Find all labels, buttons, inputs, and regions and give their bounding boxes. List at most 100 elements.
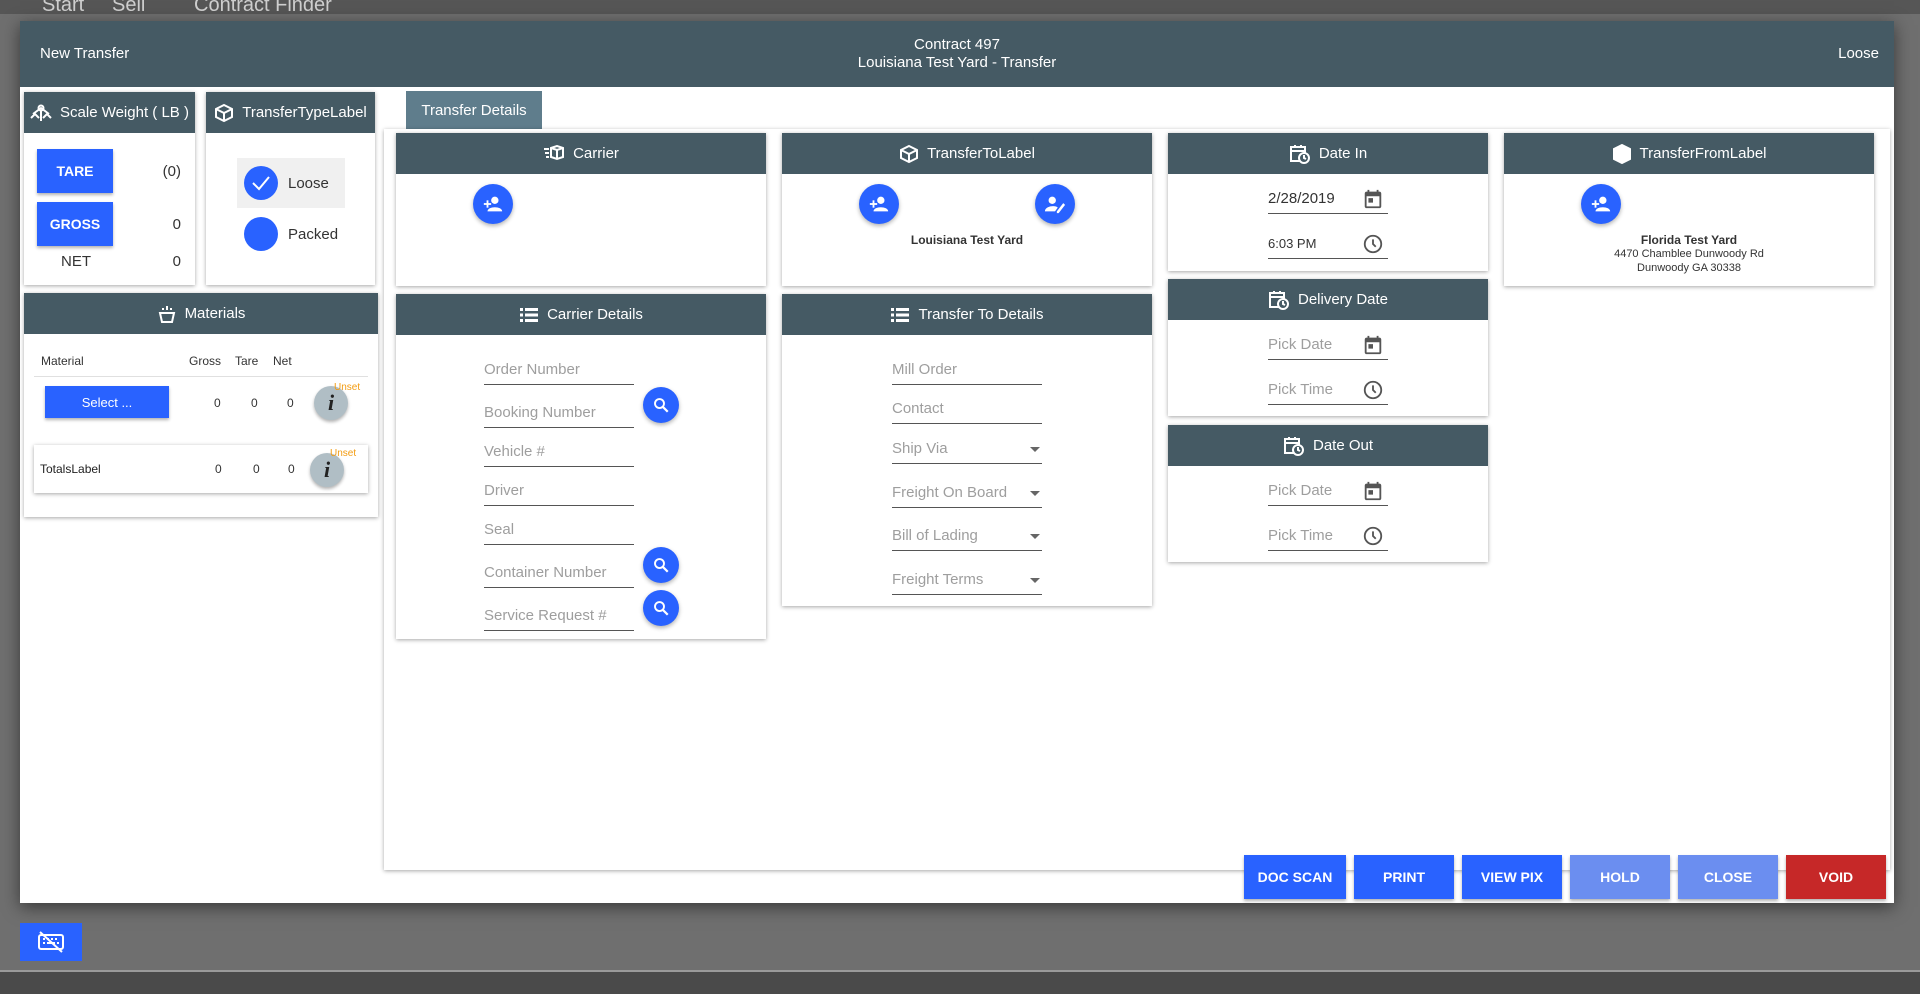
calendar-icon[interactable] <box>1362 334 1384 356</box>
add-transfer-to-button[interactable] <box>859 184 899 224</box>
row-net: 0 <box>287 396 294 410</box>
transfer-to-card: TransferToLabel Louisiana Test Yard <box>782 133 1152 286</box>
materials-header: Materials <box>24 293 378 334</box>
dropdown-caret-icon <box>1030 534 1040 539</box>
date-out-date-placeholder: Pick Date <box>1268 482 1333 499</box>
net-value: 0 <box>172 253 181 270</box>
date-out-header: Date Out <box>1168 425 1488 466</box>
transfer-from-header: TransferFromLabel <box>1504 133 1874 174</box>
delivery-date-field[interactable]: Pick Date <box>1268 330 1388 360</box>
clock-icon[interactable] <box>1362 233 1384 255</box>
freight-on-board-select[interactable]: Freight On Board <box>892 478 1042 508</box>
hold-button[interactable]: HOLD <box>1570 855 1670 899</box>
mill-order-field[interactable]: Mill Order <box>892 355 1042 385</box>
background-footer <box>0 970 1920 994</box>
transfer-from-card: TransferFromLabel Florida Test Yard 4470… <box>1504 133 1874 286</box>
doc-scan-button[interactable]: DOC SCAN <box>1244 855 1346 899</box>
menu-start: Start <box>42 0 85 14</box>
search-icon <box>654 398 669 413</box>
calendar-icon[interactable] <box>1362 480 1384 502</box>
add-transfer-from-button[interactable] <box>1581 184 1621 224</box>
gross-button[interactable]: GROSS <box>37 202 113 246</box>
container-number-field[interactable]: Container Number <box>484 558 634 588</box>
materials-header-divider <box>34 376 368 377</box>
transfer-from-name: Florida Test Yard <box>1640 233 1738 247</box>
print-button[interactable]: PRINT <box>1354 855 1454 899</box>
date-in-time-field[interactable]: 6:03 PM <box>1268 229 1388 259</box>
list-icon <box>520 307 539 322</box>
materials-title: Materials <box>184 305 246 322</box>
transfer-to-header: TransferToLabel <box>782 133 1152 174</box>
driver-field[interactable]: Driver <box>484 476 634 506</box>
delivery-time-field[interactable]: Pick Time <box>1268 375 1388 405</box>
add-carrier-button[interactable] <box>473 184 513 224</box>
order-number-field[interactable]: Order Number <box>484 355 634 385</box>
transfer-details-panel: Carrier TransferToLabel Louisiana Test Y… <box>384 129 1890 870</box>
seal-field[interactable]: Seal <box>484 515 634 545</box>
edit-person-icon <box>1044 196 1066 214</box>
vehicle-number-field[interactable]: Vehicle # <box>484 437 634 467</box>
calendar-clock-icon <box>1283 436 1304 456</box>
transfer-type-indicator: Loose <box>1838 45 1879 62</box>
transfer-type-title: TransferTypeLabel <box>242 104 367 121</box>
col-tare: Tare <box>235 354 259 368</box>
clock-icon[interactable] <box>1362 525 1384 547</box>
date-out-date-field[interactable]: Pick Date <box>1268 476 1388 506</box>
close-button[interactable]: CLOSE <box>1678 855 1778 899</box>
carrier-details-header: Carrier Details <box>396 294 766 335</box>
freight-terms-placeholder: Freight Terms <box>892 571 984 588</box>
keyboard-toggle-button[interactable] <box>20 923 82 961</box>
booking-search-button[interactable] <box>643 387 679 423</box>
transfer-to-details-header: Transfer To Details <box>782 294 1152 335</box>
transfer-dialog: New Transfer Contract 497 Louisiana Test… <box>20 21 1894 903</box>
delivery-date-card: Delivery Date Pick Date Pick Time <box>1168 279 1488 416</box>
freight-terms-select[interactable]: Freight Terms <box>892 565 1042 595</box>
checkmark-icon <box>252 176 270 191</box>
transfer-to-name: Louisiana Test Yard <box>910 233 1024 247</box>
delivery-date-title: Delivery Date <box>1297 291 1389 308</box>
carrier-header: Carrier <box>396 133 766 174</box>
edit-transfer-to-button[interactable] <box>1035 184 1075 224</box>
service-request-field[interactable]: Service Request # <box>484 601 634 631</box>
background-menu-bar: Start Sell Contract Finder <box>0 0 1920 14</box>
transfer-to-title: TransferToLabel <box>927 145 1035 162</box>
bill-of-lading-select[interactable]: Bill of Lading <box>892 521 1042 551</box>
delivery-date-header: Delivery Date <box>1168 279 1488 320</box>
contact-field[interactable]: Contact <box>892 394 1042 424</box>
tare-button[interactable]: TARE <box>37 149 113 193</box>
booking-number-field[interactable]: Booking Number <box>484 398 634 428</box>
totals-label: TotalsLabel <box>40 462 101 476</box>
service-request-search-button[interactable] <box>643 590 679 626</box>
scale-weight-title: Scale Weight ( LB ) <box>60 104 189 121</box>
view-pix-button[interactable]: VIEW PIX <box>1462 855 1562 899</box>
add-person-icon <box>869 196 889 212</box>
select-material-button[interactable]: Select ... <box>45 386 169 418</box>
calendar-icon[interactable] <box>1362 188 1384 210</box>
packed-radio[interactable] <box>244 217 278 251</box>
tab-transfer-details[interactable]: Transfer Details <box>406 91 542 129</box>
net-label: NET <box>61 253 91 270</box>
loose-radio[interactable] <box>244 166 278 200</box>
packed-label: Packed <box>288 226 339 243</box>
totals-row: TotalsLabel 0 0 0 i Unset <box>34 445 368 493</box>
menu-sell: Sell <box>112 0 146 14</box>
totals-net: 0 <box>288 462 295 476</box>
dropdown-caret-icon <box>1030 491 1040 496</box>
container-search-button[interactable] <box>643 547 679 583</box>
freight-on-board-placeholder: Freight On Board <box>892 484 1008 501</box>
loose-label: Loose <box>288 175 329 192</box>
menu-contract-finder: Contract Finder <box>194 0 332 14</box>
ship-via-select[interactable]: Ship Via <box>892 434 1042 464</box>
list-icon <box>891 307 910 322</box>
clock-icon[interactable] <box>1362 379 1384 401</box>
date-out-title: Date Out <box>1312 437 1374 454</box>
scale-icon <box>30 104 52 121</box>
search-icon <box>654 558 669 573</box>
date-in-date-field[interactable]: 2/28/2019 <box>1268 184 1388 214</box>
transfer-from-address-2: Dunwoody GA 30338 <box>1637 262 1741 274</box>
date-out-time-field[interactable]: Pick Time <box>1268 521 1388 551</box>
gross-value: 0 <box>172 216 181 233</box>
totals-tare: 0 <box>253 462 260 476</box>
keyboard-off-icon <box>38 931 64 953</box>
void-button[interactable]: VOID <box>1786 855 1886 899</box>
